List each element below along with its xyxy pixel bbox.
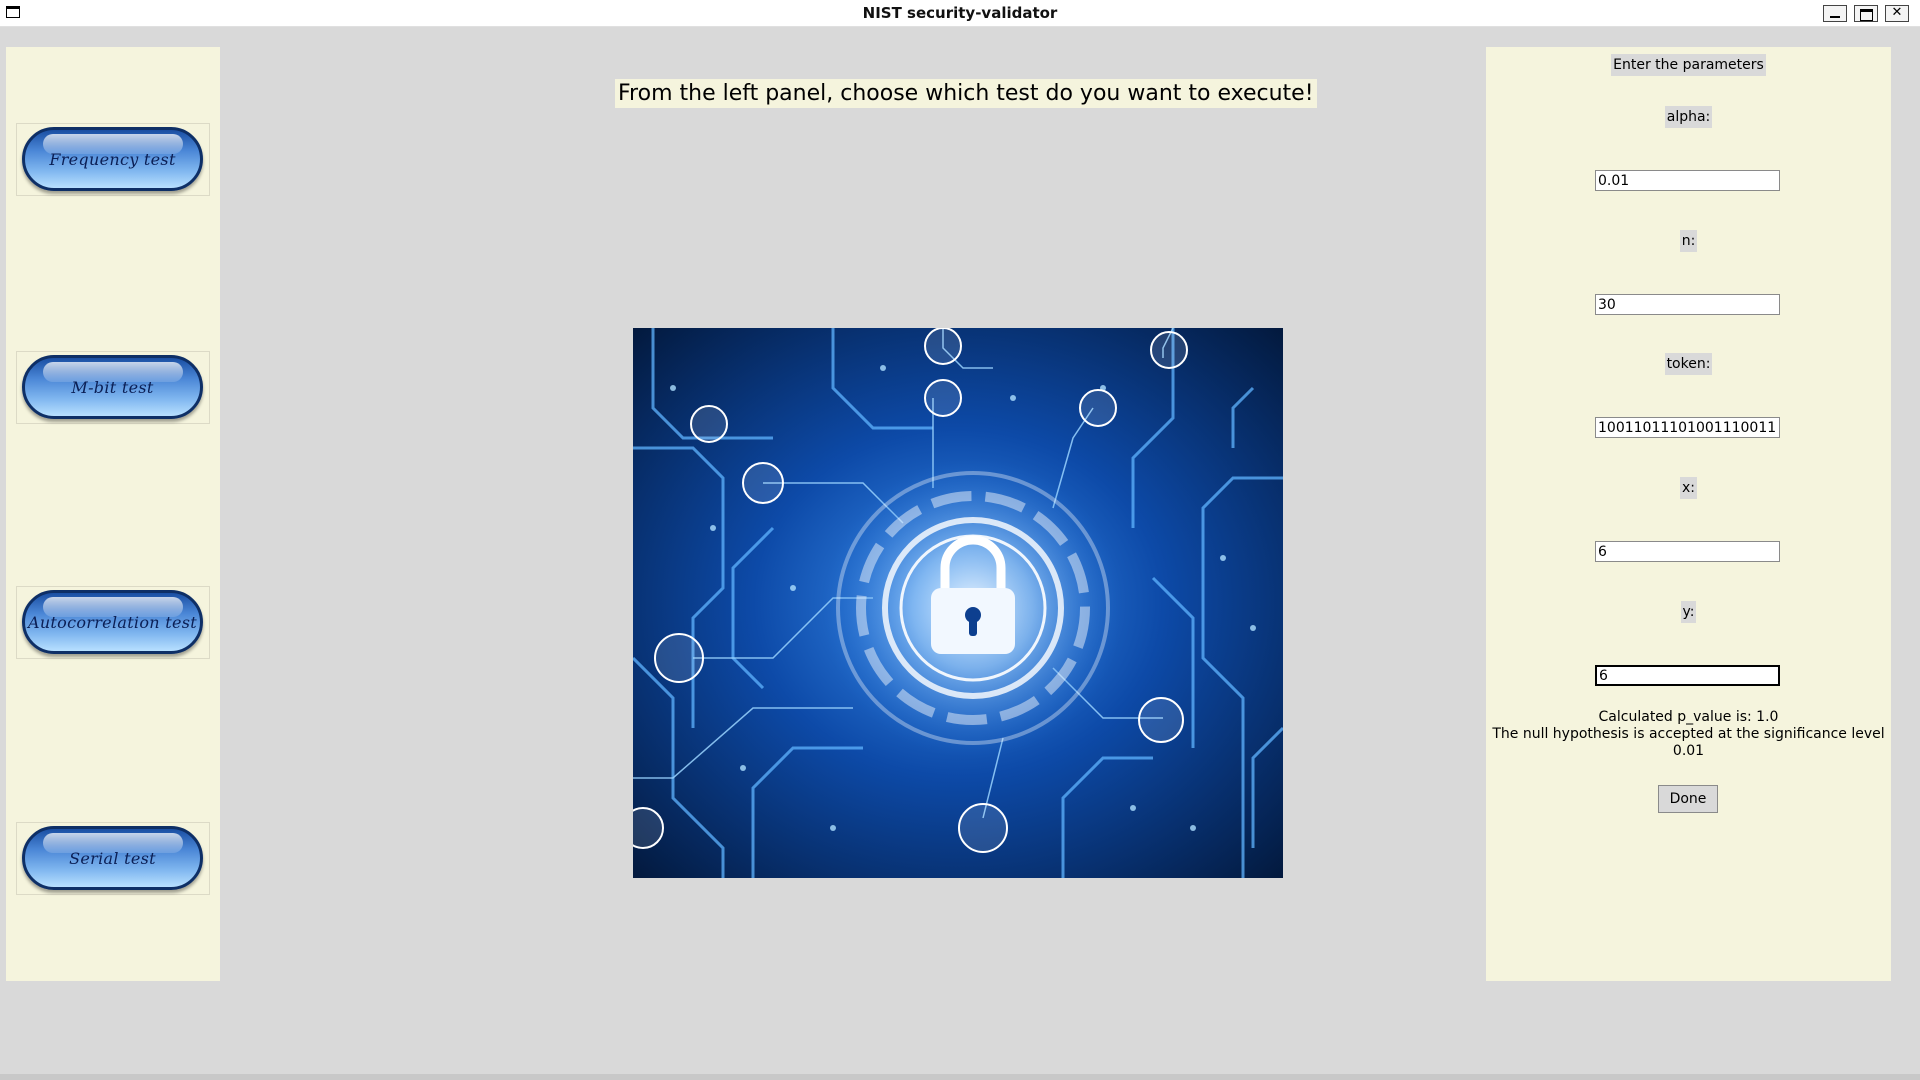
alpha-input[interactable] bbox=[1595, 170, 1780, 191]
close-icon: ✕ bbox=[1891, 5, 1903, 20]
x-label: x: bbox=[1486, 477, 1891, 499]
parameters-panel: Enter the parameters alpha: n: token: x:… bbox=[1486, 47, 1891, 981]
m-bit-test-label: M-bit test bbox=[71, 378, 154, 397]
serial-test-frame: Serial test bbox=[16, 822, 210, 895]
autocorrelation-test-label: Autocorrelation test bbox=[27, 613, 198, 632]
autocorrelation-test-frame: Autocorrelation test bbox=[16, 586, 210, 659]
minimize-button[interactable] bbox=[1823, 5, 1847, 22]
done-button[interactable]: Done bbox=[1658, 785, 1718, 813]
autocorrelation-test-button[interactable]: Autocorrelation test bbox=[22, 590, 203, 654]
x-input[interactable] bbox=[1595, 541, 1780, 562]
token-label: token: bbox=[1486, 353, 1891, 375]
parameters-heading: Enter the parameters bbox=[1486, 54, 1891, 76]
m-bit-test-button[interactable]: M-bit test bbox=[22, 355, 203, 419]
y-label: y: bbox=[1486, 601, 1891, 623]
window-title-bar: NIST security-validator ✕ bbox=[0, 0, 1920, 27]
m-bit-test-frame: M-bit test bbox=[16, 351, 210, 424]
y-input[interactable] bbox=[1595, 665, 1780, 686]
alpha-label: alpha: bbox=[1486, 106, 1891, 128]
window-title: NIST security-validator bbox=[862, 4, 1058, 22]
serial-test-button[interactable]: Serial test bbox=[22, 826, 203, 890]
serial-test-label: Serial test bbox=[69, 849, 156, 868]
security-hero-image bbox=[633, 328, 1283, 878]
p-value-result: Calculated p_value is: 1.0 bbox=[1598, 709, 1779, 725]
n-label: n: bbox=[1486, 230, 1891, 252]
frequency-test-frame: Frequency test bbox=[16, 123, 210, 196]
frequency-test-button[interactable]: Frequency test bbox=[22, 127, 203, 191]
test-selection-panel: Frequency test M-bit test Autocorrelatio… bbox=[6, 47, 220, 981]
window-bottom-edge bbox=[0, 1074, 1920, 1080]
frequency-test-label: Frequency test bbox=[49, 150, 176, 169]
instruction-headline: From the left panel, choose which test d… bbox=[615, 79, 1317, 108]
token-input[interactable] bbox=[1595, 417, 1780, 438]
n-input[interactable] bbox=[1595, 294, 1780, 315]
hypothesis-result: The null hypothesis is accepted at the s… bbox=[1492, 726, 1885, 759]
maximize-button[interactable] bbox=[1854, 5, 1878, 22]
close-button[interactable]: ✕ bbox=[1885, 5, 1909, 22]
